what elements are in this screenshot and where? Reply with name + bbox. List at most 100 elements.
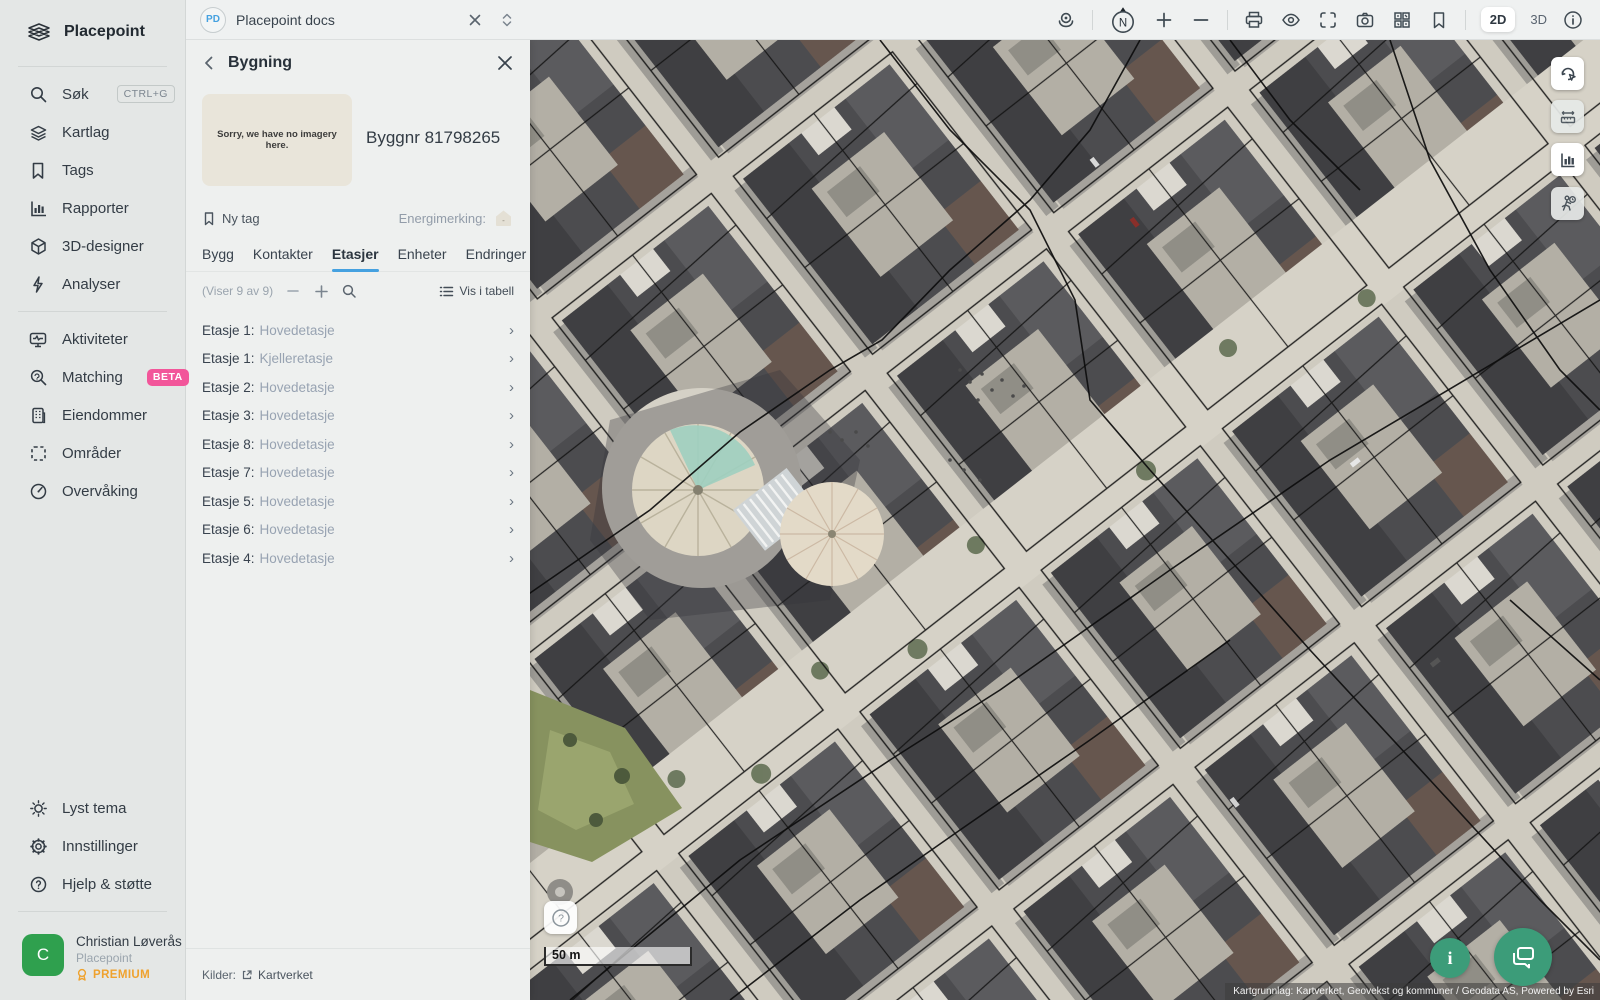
about-button[interactable]	[1562, 9, 1584, 31]
back-icon[interactable]	[202, 55, 216, 71]
layers-icon	[28, 122, 48, 142]
chevron-right-icon: ›	[509, 321, 514, 339]
widgets-button[interactable]	[1391, 9, 1413, 31]
sun-icon	[28, 798, 48, 818]
floor-row[interactable]: Etasje 3: Hovedetasje ›	[186, 402, 530, 431]
doc-badge: PD	[200, 6, 226, 33]
energy-house-icon: -	[496, 210, 511, 226]
sidebar-item-label: Søk	[62, 85, 89, 103]
floor-type: Hovedetasje	[259, 322, 335, 338]
walk-time-icon	[1561, 195, 1576, 211]
view-2d-button[interactable]: 2D	[1480, 7, 1516, 32]
compass-button[interactable]: N	[1108, 5, 1138, 35]
shortcut-badge: CTRL+G	[116, 85, 175, 103]
chevron-right-icon: ›	[509, 378, 514, 396]
sidebar-item-omrader[interactable]: Områder	[0, 434, 185, 472]
sidebar-item-matching[interactable]: Matching BETA	[0, 358, 189, 396]
floor-row[interactable]: Etasje 4: Hovedetasje ›	[186, 544, 530, 573]
table-view-button[interactable]: Vis i tabell	[439, 284, 514, 298]
report-icon	[28, 198, 48, 218]
floor-row[interactable]: Etasje 6: Hovedetasje ›	[186, 516, 530, 545]
sidebar-item-label: Overvåking	[62, 482, 138, 500]
sidebar-item-sok[interactable]: Søk CTRL+G	[0, 75, 185, 113]
sort-button[interactable]	[496, 9, 518, 31]
svg-text:?: ?	[558, 912, 564, 924]
floor-row[interactable]: Etasje 1: Kjelleretasje ›	[186, 345, 530, 374]
sidebar-item-eiendommer[interactable]: Eiendommer	[0, 396, 185, 434]
building-id: Byggnr 81798265	[366, 128, 501, 147]
collapse-button[interactable]	[285, 283, 301, 299]
search-floors-button[interactable]	[341, 283, 357, 299]
add-floor-button[interactable]	[313, 283, 329, 299]
chart-button[interactable]	[1551, 143, 1584, 176]
tab-endringer[interactable]: Endringer	[466, 246, 527, 271]
rotate-select-button[interactable]	[1551, 57, 1584, 90]
tab-etasjer[interactable]: Etasjer	[331, 246, 379, 272]
sidebar-item-aktiviteter[interactable]: Aktiviteter	[0, 320, 185, 358]
floor-row[interactable]: Etasje 5: Hovedetasje ›	[186, 487, 530, 516]
cube-icon	[28, 236, 48, 256]
floor-type: Hovedetasje	[259, 436, 335, 452]
sidebar-item-tags[interactable]: Tags	[0, 151, 185, 189]
tab-kontakter[interactable]: Kontakter	[253, 246, 313, 271]
floor-row[interactable]: Etasje 1: Hovedetasje ›	[186, 316, 530, 345]
tab-enheter[interactable]: Enheter	[398, 246, 447, 271]
sidebar-item-innstillinger[interactable]: Innstillinger	[0, 827, 185, 865]
floor-row[interactable]: Etasje 2: Hovedetasje ›	[186, 373, 530, 402]
zoom-in-button[interactable]	[1153, 9, 1175, 31]
map-help-button[interactable]: ?	[544, 901, 577, 934]
bookmarks-button[interactable]	[1428, 9, 1450, 31]
sidebar-item-3d-designer[interactable]: 3D-designer	[0, 227, 185, 265]
sources-link[interactable]: Kartverket	[258, 968, 313, 982]
rotate-select-icon	[1561, 67, 1576, 81]
sidebar-item-overvaking[interactable]: Overvåking	[0, 472, 185, 510]
floor-prefix: Etasje 5:	[202, 493, 255, 509]
new-tag-label: Ny tag	[222, 210, 260, 226]
floor-row[interactable]: Etasje 8: Hovedetasje ›	[186, 430, 530, 459]
panel-title: Bygning	[228, 54, 292, 71]
fullscreen-button[interactable]	[1317, 9, 1339, 31]
zoom-out-button[interactable]	[1190, 9, 1212, 31]
brand[interactable]: Placepoint	[0, 0, 185, 58]
sidebar-item-label: Analyser	[62, 275, 121, 293]
print-button[interactable]	[1243, 9, 1265, 31]
close-panel-icon[interactable]	[496, 54, 514, 72]
panorama-button[interactable]	[1055, 9, 1077, 31]
detail-panel: Bygning Sorry, we have no imagery here. …	[186, 40, 530, 1000]
visibility-button[interactable]	[1280, 9, 1302, 31]
sources-label: Kilder:	[202, 967, 237, 982]
sort-icon	[502, 13, 512, 26]
sidebar-item-kartlag[interactable]: Kartlag	[0, 113, 185, 151]
info-glyph: i	[1447, 947, 1453, 968]
building-icon	[28, 405, 48, 425]
chevron-right-icon: ›	[509, 407, 514, 425]
tab-bygg[interactable]: Bygg	[202, 246, 234, 271]
help-icon	[28, 874, 48, 894]
info-button[interactable]: i	[1430, 938, 1470, 978]
floor-type: Hovedetasje	[259, 522, 335, 538]
user-card[interactable]: C Christian Løverås Placepoint PREMIUM	[0, 920, 185, 1000]
measure-button[interactable]	[1551, 100, 1584, 133]
panorama-icon	[1058, 12, 1074, 27]
floor-type: Hovedetasje	[259, 408, 335, 424]
sidebar-item-analyser[interactable]: Analyser	[0, 265, 185, 303]
sidebar-item-label: Matching	[62, 368, 123, 386]
screenshot-button[interactable]	[1354, 9, 1376, 31]
floor-row[interactable]: Etasje 7: Hovedetasje ›	[186, 459, 530, 488]
sidebar-item-lyst-tema[interactable]: Lyst tema	[0, 789, 185, 827]
sidebar-item-rapporter[interactable]: Rapporter	[0, 189, 185, 227]
chat-button[interactable]	[1494, 928, 1552, 986]
floor-prefix: Etasje 1:	[202, 351, 255, 367]
sidebar-item-label: 3D-designer	[62, 237, 144, 255]
new-tag-button[interactable]: Ny tag	[202, 211, 260, 226]
sidebar-item-hjelp[interactable]: Hjelp & støtte	[0, 865, 185, 903]
gear-icon	[28, 836, 48, 856]
zoom-out-icon	[1193, 18, 1209, 21]
view-3d-button[interactable]: 3D	[1530, 12, 1547, 27]
panel-tabs: Bygg Kontakter Etasjer Enheter Endringer	[186, 246, 530, 272]
brand-name: Placepoint	[64, 23, 145, 40]
map-canvas[interactable]: ? 50 m Kartgrunnlag: Kartverket, Geoveks…	[530, 40, 1600, 1000]
clear-search-button[interactable]	[464, 9, 486, 31]
walk-time-button[interactable]	[1551, 187, 1584, 220]
search-chip[interactable]: PD Placepoint docs	[186, 6, 530, 33]
